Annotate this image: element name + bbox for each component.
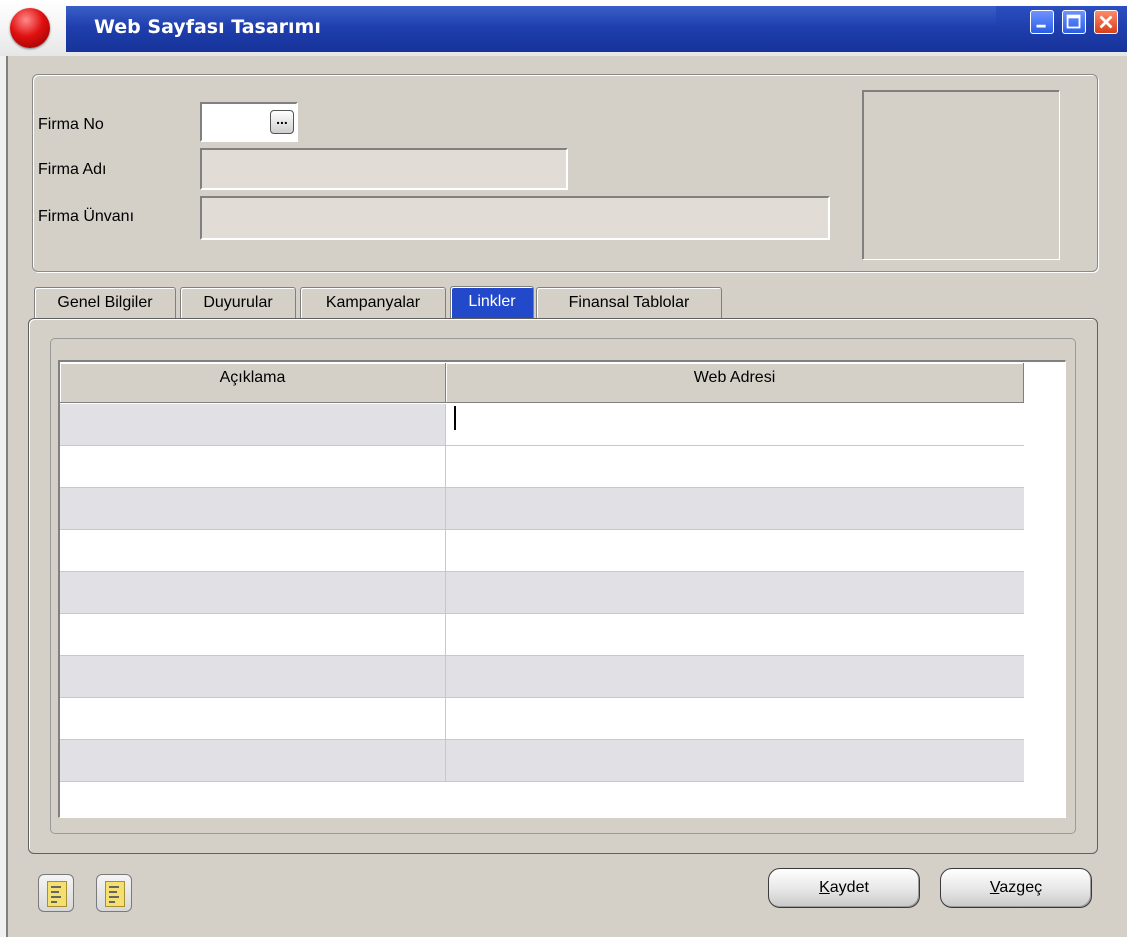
cell-aciklama[interactable]	[60, 404, 446, 445]
cell-aciklama[interactable]	[60, 614, 446, 655]
firma-adi-label: Firma Adı	[38, 161, 107, 178]
cell-web-adresi[interactable]	[446, 572, 1024, 613]
title-bar[interactable]: Web Sayfası Tasarımı	[0, 0, 1127, 56]
cell-web-adresi[interactable]	[446, 404, 1024, 445]
cell-aciklama[interactable]	[60, 446, 446, 487]
table-row[interactable]	[60, 698, 1024, 740]
document-icon[interactable]	[96, 874, 132, 912]
table-row[interactable]	[60, 488, 1024, 530]
cell-aciklama[interactable]	[60, 740, 446, 781]
window-title: Web Sayfası Tasarımı	[94, 16, 321, 38]
table-row[interactable]	[60, 614, 1024, 656]
firma-no-lookup-button[interactable]: ...	[270, 110, 294, 134]
cell-web-adresi[interactable]	[446, 446, 1024, 487]
text-cursor	[454, 406, 456, 430]
cell-web-adresi[interactable]	[446, 488, 1024, 529]
app-icon[interactable]	[10, 8, 50, 48]
table-row[interactable]	[60, 740, 1024, 782]
cell-aciklama[interactable]	[60, 656, 446, 697]
firma-unvani-field[interactable]	[200, 196, 830, 240]
cell-web-adresi[interactable]	[446, 740, 1024, 781]
minimize-icon[interactable]	[1030, 10, 1054, 34]
cell-aciklama[interactable]	[60, 698, 446, 739]
cancel-button[interactable]: Vazgeç	[940, 868, 1092, 908]
firma-adi-field[interactable]	[200, 148, 568, 190]
table-row[interactable]	[60, 530, 1024, 572]
document-icon[interactable]	[38, 874, 74, 912]
cell-aciklama[interactable]	[60, 530, 446, 571]
cell-web-adresi[interactable]	[446, 656, 1024, 697]
tab-finansal-tablolar[interactable]: Finansal Tablolar	[536, 287, 722, 319]
close-icon[interactable]	[1094, 10, 1118, 34]
cell-web-adresi[interactable]	[446, 530, 1024, 571]
firma-no-label: Firma No	[38, 116, 104, 133]
cell-aciklama[interactable]	[60, 488, 446, 529]
tab-duyurular[interactable]: Duyurular	[180, 287, 296, 319]
logo-image-box[interactable]	[862, 90, 1060, 260]
table-row[interactable]	[60, 446, 1024, 488]
table-row[interactable]	[60, 572, 1024, 614]
cell-web-adresi[interactable]	[446, 614, 1024, 655]
tab-kampanyalar[interactable]: Kampanyalar	[300, 287, 446, 319]
cell-web-adresi[interactable]	[446, 698, 1024, 739]
save-button[interactable]: Kaydet	[768, 868, 920, 908]
firma-unvani-label: Firma Ünvanı	[38, 208, 135, 225]
web-page-design-window: Web Sayfası Tasarımı Firma No ... Firma …	[0, 0, 1127, 937]
column-header-web-adresi[interactable]: Web Adresi	[446, 363, 1024, 403]
cell-aciklama[interactable]	[60, 572, 446, 613]
maximize-icon[interactable]	[1062, 10, 1086, 34]
tab-linkler[interactable]: Linkler	[450, 286, 534, 319]
table-row[interactable]	[60, 404, 1024, 446]
column-header-aciklama[interactable]: Açıklama	[60, 363, 446, 403]
tab-genel-bilgiler[interactable]: Genel Bilgiler	[34, 287, 176, 319]
table-row[interactable]	[60, 656, 1024, 698]
